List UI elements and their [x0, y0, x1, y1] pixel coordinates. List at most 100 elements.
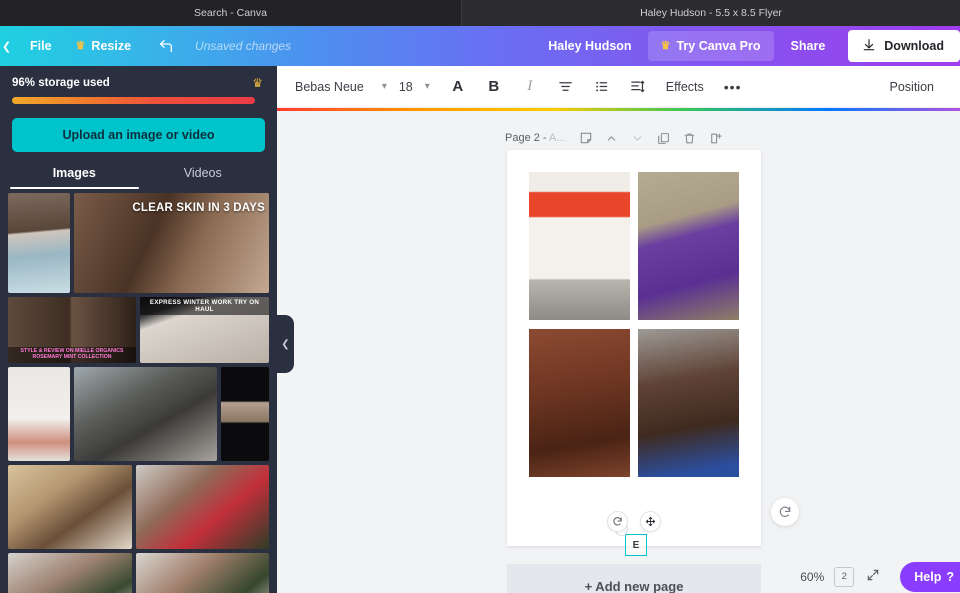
thumbnail-row [8, 465, 269, 549]
help-label: Help [914, 569, 942, 584]
thumbnail-image [136, 465, 269, 549]
page-count-label: 2 [841, 571, 847, 582]
thumbnail-image [8, 193, 70, 293]
chevron-down-icon[interactable] [626, 126, 650, 150]
upload-thumbnail-winter-haul[interactable]: EXPRESS WINTER WORK TRY ON HAUL [140, 297, 269, 363]
collage-photo[interactable] [529, 329, 630, 477]
collage-photo[interactable] [529, 172, 630, 320]
collage-photo[interactable] [638, 172, 739, 320]
italic-button[interactable]: I [515, 72, 545, 102]
chevron-left-icon[interactable]: ❮ [0, 26, 18, 66]
upload-media-button[interactable]: Upload an image or video [12, 118, 265, 152]
trash-icon[interactable] [678, 126, 702, 150]
upload-thumbnail-mielle[interactable]: STYLE & REVIEW ON MIELLE ORGANICS ROSEMA… [8, 297, 136, 363]
browser-tab-haley-hudson-flyer[interactable]: Haley Hudson - 5.5 x 8.5 Flyer [462, 0, 960, 26]
tab-images[interactable]: Images [10, 166, 139, 189]
try-canva-pro-button[interactable]: ♛ Try Canva Pro [647, 31, 774, 61]
selected-text-element[interactable]: E [615, 523, 647, 556]
upload-media-label: Upload an image or video [62, 128, 215, 142]
collage-row [529, 172, 739, 320]
storage-row: 96% storage used ♛ [0, 66, 277, 90]
upload-thumbnail[interactable] [136, 553, 269, 593]
collage-photo-image [529, 172, 630, 320]
rotate-icon[interactable] [607, 511, 628, 532]
thumbnail-image [8, 553, 132, 593]
upload-thumbnail[interactable] [74, 367, 217, 461]
expand-icon[interactable] [864, 568, 882, 585]
browser-tab-search-canva[interactable]: Search - Canva [0, 0, 462, 26]
thumbnail-overlay-text: CLEAR SKIN IN 3 DAYS [132, 202, 265, 214]
share-button[interactable]: Share [778, 31, 839, 61]
page-count-button[interactable]: 2 [834, 566, 855, 587]
zoom-level-label[interactable]: 60% [800, 570, 824, 584]
collage-photo-image [638, 329, 739, 477]
collage-row [529, 329, 739, 477]
upload-thumbnail[interactable] [8, 465, 132, 549]
thumbnail-image [136, 553, 269, 593]
uploads-sidebar-panel: 96% storage used ♛ Upload an image or vi… [0, 66, 277, 593]
chevron-down-icon[interactable]: ▾ [372, 81, 397, 92]
selected-text-value: E [632, 539, 640, 551]
crown-icon: ♛ [660, 39, 671, 52]
page-controls-toolbar: Page 2 - A... [505, 126, 728, 150]
add-page-icon[interactable] [704, 126, 728, 150]
chevron-down-icon[interactable]: ▾ [415, 81, 440, 92]
thumbnail-image [74, 367, 217, 461]
page-title-label[interactable]: Page 2 - A... [505, 132, 566, 144]
move-icon[interactable] [640, 511, 661, 532]
upload-thumbnail-clear-skin[interactable]: CLEAR SKIN IN 3 DAYS [74, 193, 269, 293]
line-spacing-icon[interactable] [623, 72, 653, 102]
canvas-workspace: Page 2 - A... E + Add new page [277, 108, 960, 593]
font-family-selector[interactable]: Bebas Neue [287, 80, 372, 94]
tab-videos[interactable]: Videos [139, 166, 268, 189]
upload-thumbnail[interactable] [221, 367, 269, 461]
collage-photo-image [529, 329, 630, 477]
try-canva-pro-label: Try Canva Pro [676, 39, 761, 53]
text-color-icon[interactable]: A [276, 72, 960, 111]
download-label: Download [884, 39, 944, 53]
page-handle-group [507, 511, 761, 532]
more-options-label: ••• [723, 78, 742, 95]
upload-thumbnail[interactable] [8, 367, 70, 461]
download-icon [862, 38, 876, 55]
design-page-canvas[interactable]: E [507, 150, 761, 556]
more-options-button[interactable]: ••• [714, 72, 752, 102]
account-name-button[interactable]: Haley Hudson [536, 32, 643, 60]
chevron-up-icon[interactable] [600, 126, 624, 150]
note-icon[interactable] [574, 126, 598, 150]
browser-tab-title: Haley Hudson - 5.5 x 8.5 Flyer [640, 7, 782, 19]
text-color-letter: A [452, 78, 464, 95]
share-label: Share [790, 39, 826, 53]
help-question-icon: ? [946, 569, 954, 584]
collage-photo-image [638, 172, 739, 320]
file-menu-button[interactable]: File [18, 32, 64, 60]
thumbnail-overlay-text: STYLE & REVIEW ON MIELLE ORGANICS ROSEMA… [8, 347, 136, 363]
bold-button[interactable]: B [479, 72, 509, 102]
thumbnail-image [8, 465, 132, 549]
position-button[interactable]: Position [880, 72, 944, 102]
thumbnail-image [8, 367, 70, 461]
upload-thumbnail[interactable] [136, 465, 269, 549]
editor-header-bar: ❮ File ♛ Resize Unsaved changes Haley Hu… [0, 26, 960, 66]
effects-button[interactable]: Effects [656, 72, 714, 102]
collage-photo[interactable] [638, 329, 739, 477]
font-size-input[interactable]: 18 [397, 80, 415, 94]
resize-button[interactable]: ♛ Resize [64, 32, 143, 60]
uploads-tab-list: Images Videos [10, 166, 267, 189]
crown-icon[interactable]: ♛ [252, 76, 263, 90]
float-rotate-button[interactable] [771, 498, 799, 526]
account-name-label: Haley Hudson [548, 39, 632, 53]
header-right-group: Haley Hudson ♛ Try Canva Pro Share Downl… [536, 30, 960, 62]
upload-thumbnail[interactable] [8, 193, 70, 293]
download-button[interactable]: Download [848, 30, 960, 62]
crown-icon: ♛ [75, 39, 86, 52]
help-button[interactable]: Help ? [900, 561, 960, 592]
upload-thumbnail[interactable] [8, 553, 132, 593]
resize-label: Resize [91, 39, 132, 53]
sidebar-collapse-button[interactable]: ❮ [277, 315, 294, 373]
bullet-list-icon[interactable] [587, 72, 617, 102]
undo-icon[interactable] [151, 32, 181, 60]
duplicate-icon[interactable] [652, 126, 676, 150]
align-center-icon[interactable] [551, 72, 581, 102]
thumbnail-row: CLEAR SKIN IN 3 DAYS [8, 193, 269, 293]
